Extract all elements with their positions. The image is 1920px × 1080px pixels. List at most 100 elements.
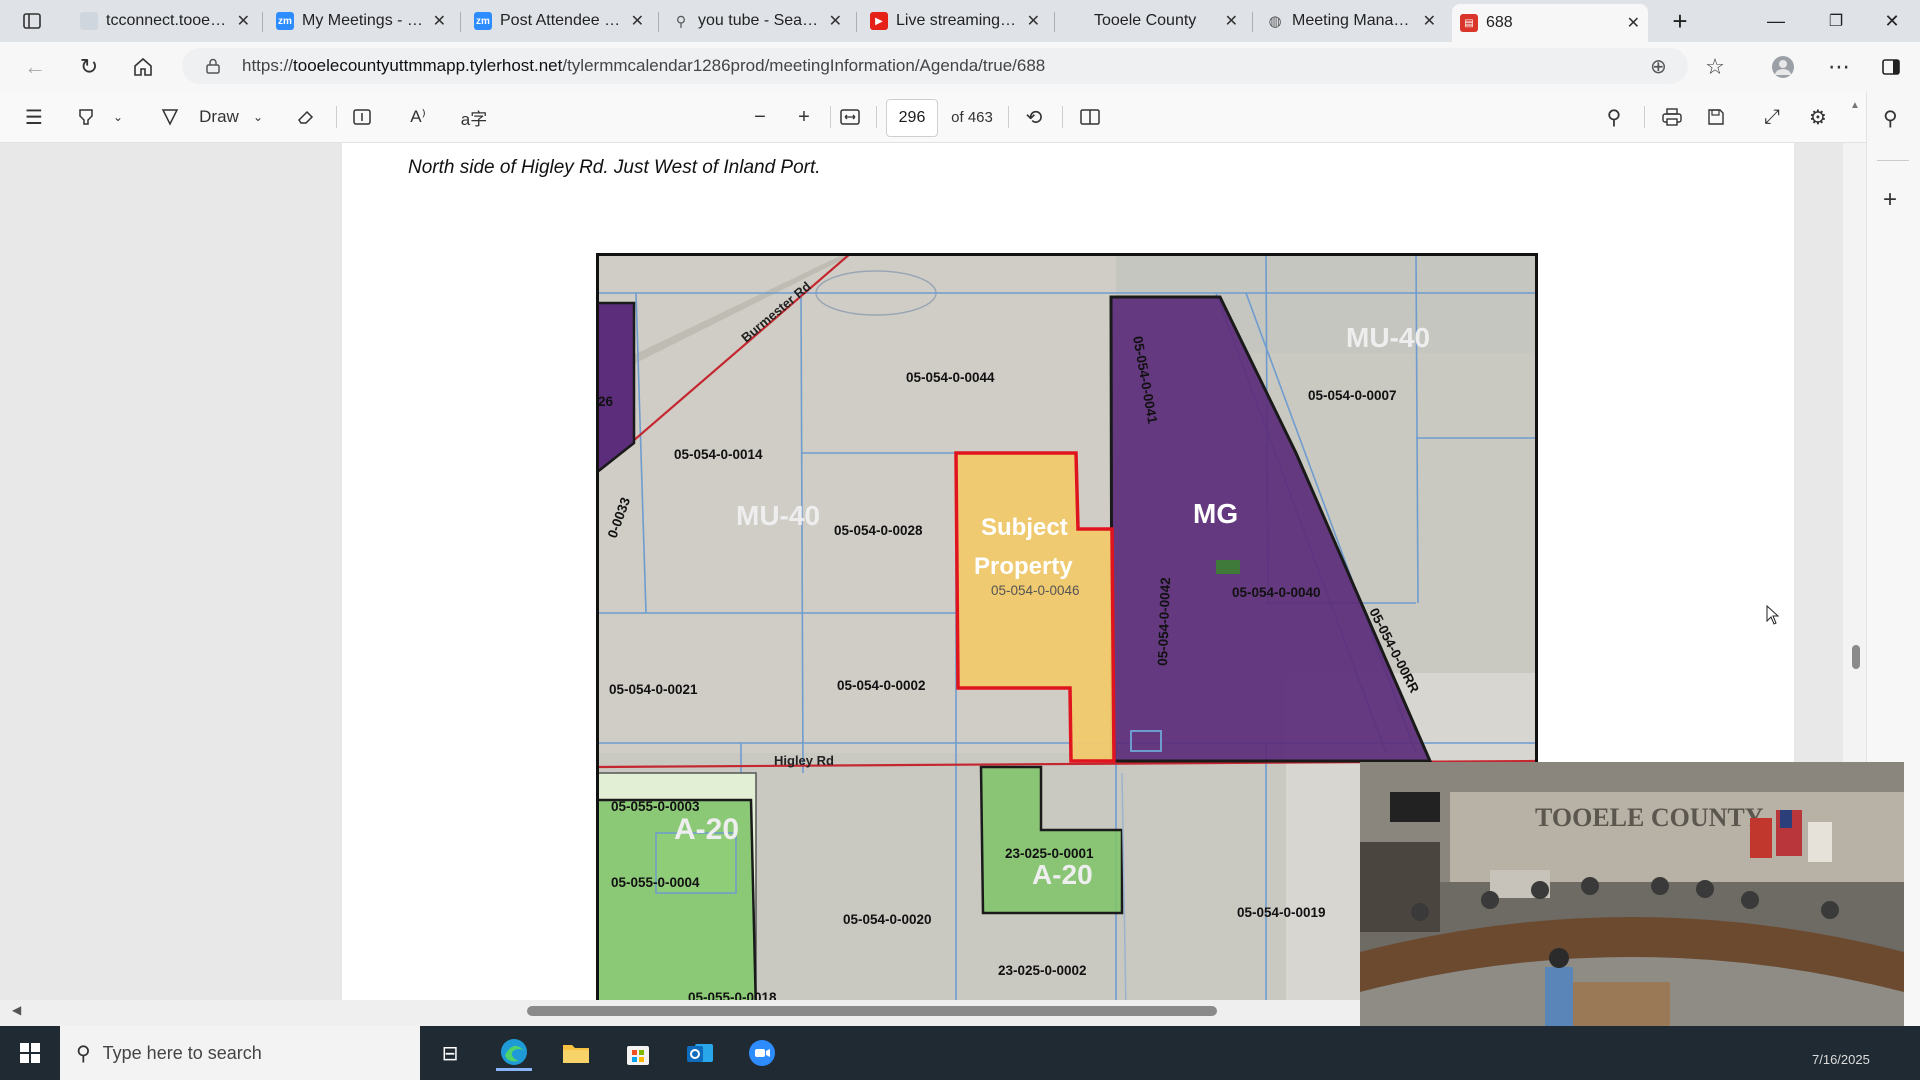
erase-button[interactable] bbox=[292, 104, 320, 130]
highlight-dropdown[interactable]: ⌄ bbox=[110, 104, 126, 130]
expand-icon: ⤢ bbox=[1764, 105, 1780, 128]
fit-page-button[interactable] bbox=[836, 104, 864, 130]
taskbar-search-input[interactable]: ⚲ Type here to search bbox=[60, 1026, 420, 1080]
translate-button[interactable]: a字 bbox=[458, 104, 490, 130]
zone-label-mu40-west: MU-40 bbox=[736, 500, 820, 531]
minimize-button[interactable]: — bbox=[1756, 4, 1796, 38]
taskbar-store[interactable] bbox=[620, 1035, 656, 1071]
profile-button[interactable] bbox=[1768, 52, 1798, 82]
tab-title: you tube - Search bbox=[698, 12, 821, 29]
plus-icon[interactable]: + bbox=[1883, 186, 1897, 214]
chevron-down-icon: ⌄ bbox=[252, 110, 264, 124]
taskbar-date: 7/16/2025 bbox=[1812, 1052, 1870, 1067]
gear-icon: ⚙ bbox=[1809, 106, 1827, 129]
tab-title: Post Attendee - Zo bbox=[500, 12, 623, 29]
start-button[interactable] bbox=[12, 1035, 48, 1071]
taskbar-zoom[interactable] bbox=[744, 1035, 780, 1071]
search-icon[interactable]: ⚲ bbox=[1883, 106, 1898, 131]
settings-menu-button[interactable]: ⋯ bbox=[1824, 52, 1854, 82]
close-icon[interactable]: ✕ bbox=[1225, 11, 1238, 31]
close-icon[interactable]: ✕ bbox=[237, 11, 250, 31]
tab-title: Tooele County bbox=[1094, 12, 1197, 29]
horizontal-scroll-thumb[interactable] bbox=[527, 1006, 1217, 1016]
close-icon[interactable]: ✕ bbox=[631, 11, 644, 31]
highlighter-icon bbox=[79, 109, 93, 125]
parcel-label: 05-054-0-0046 bbox=[991, 583, 1080, 598]
scroll-up-icon[interactable]: ▲ bbox=[1850, 100, 1860, 111]
read-aloud-icon: A⁾ bbox=[410, 107, 426, 126]
page-caption: North side of Higley Rd. Just West of In… bbox=[408, 157, 821, 178]
tab-post-attendee[interactable]: zm Post Attendee - Zo ✕ bbox=[466, 4, 652, 38]
new-tab-button[interactable]: + bbox=[1660, 4, 1700, 38]
rotate-icon: ⟲ bbox=[1025, 106, 1043, 129]
tab-title: Live streaming - Y bbox=[896, 12, 1019, 29]
pdf-icon: ▤ bbox=[1460, 14, 1478, 32]
tab-meeting-manager[interactable]: ◍ Meeting Manager ✕ bbox=[1258, 4, 1444, 38]
read-aloud-button[interactable]: A⁾ bbox=[404, 104, 432, 130]
close-icon[interactable]: ✕ bbox=[433, 11, 446, 31]
close-icon[interactable]: ✕ bbox=[1627, 13, 1640, 33]
tab-tooele-county[interactable]: Tooele County ✕ bbox=[1060, 4, 1246, 38]
url-field[interactable]: https://tooelecountyuttmmapp.tylerhost.n… bbox=[182, 48, 1688, 84]
favorite-button[interactable]: ☆ bbox=[1700, 52, 1730, 82]
tab-tcconnect[interactable]: tcconnect.tooeleco ✕ bbox=[72, 4, 258, 38]
plus-icon: + bbox=[798, 105, 810, 128]
taskbar-edge[interactable] bbox=[496, 1035, 532, 1071]
zone-label-mg: MG bbox=[1193, 498, 1238, 529]
close-icon[interactable]: ✕ bbox=[829, 11, 842, 31]
pdf-settings-button[interactable]: ⚙ bbox=[1804, 104, 1832, 130]
star-icon: ☆ bbox=[1705, 54, 1725, 79]
save-button[interactable] bbox=[1702, 104, 1730, 130]
print-icon bbox=[1662, 108, 1682, 126]
rotate-button[interactable]: ⟲ bbox=[1020, 104, 1048, 130]
page-number-input[interactable]: 296 bbox=[886, 99, 938, 137]
taskbar-outlook[interactable] bbox=[682, 1035, 718, 1071]
back-button[interactable]: ← bbox=[20, 52, 50, 82]
draw-dropdown[interactable]: ⌄ bbox=[250, 104, 266, 130]
zoom-out-button[interactable]: − bbox=[746, 104, 774, 130]
fit-width-icon bbox=[840, 109, 860, 125]
tab-live-streaming[interactable]: ▶ Live streaming - Y ✕ bbox=[862, 4, 1048, 38]
parcel-label: 05-054-0-0028 bbox=[834, 523, 923, 538]
tab-my-meetings[interactable]: zm My Meetings - Zo ✕ bbox=[268, 4, 454, 38]
refresh-button[interactable]: ↻ bbox=[74, 52, 104, 82]
window-close-button[interactable]: ✕ bbox=[1872, 4, 1912, 38]
parcel-label: 23-025-0-0002 bbox=[998, 963, 1087, 978]
zoom-icon[interactable]: ⊕ bbox=[1650, 54, 1667, 79]
home-icon bbox=[134, 57, 152, 76]
add-text-button[interactable] bbox=[348, 104, 376, 130]
zoom-in-button[interactable]: + bbox=[790, 104, 818, 130]
parcel-label: 26 bbox=[598, 394, 614, 409]
tab-actions-button[interactable] bbox=[14, 4, 56, 38]
zoom-icon: zm bbox=[276, 12, 294, 30]
find-button[interactable]: ⚲ bbox=[1600, 104, 1628, 130]
contents-button[interactable]: ☰ bbox=[20, 104, 48, 130]
print-button[interactable] bbox=[1658, 104, 1686, 130]
page-total-label: of 463 bbox=[951, 108, 993, 126]
taskbar-file-explorer[interactable] bbox=[558, 1035, 594, 1071]
tab-youtube-search[interactable]: ⚲ you tube - Search ✕ bbox=[664, 4, 850, 38]
meeting-video-feed: TOOELE COUNTY bbox=[1360, 762, 1904, 1056]
tab-title: My Meetings - Zo bbox=[302, 12, 425, 29]
close-icon[interactable]: ✕ bbox=[1423, 11, 1436, 31]
draw-tool-icon-button[interactable] bbox=[156, 104, 184, 130]
page-view-button[interactable] bbox=[1076, 104, 1104, 130]
fullscreen-button[interactable]: ⤢ bbox=[1758, 104, 1786, 130]
task-view-button[interactable]: ⊟ bbox=[432, 1035, 468, 1071]
sidebar-toggle-button[interactable] bbox=[1876, 52, 1906, 82]
restore-button[interactable]: ❐ bbox=[1816, 4, 1856, 38]
two-page-icon bbox=[1080, 109, 1100, 125]
parcel-label: 23-025-0-0001 bbox=[1005, 846, 1094, 861]
close-icon[interactable]: ✕ bbox=[1027, 11, 1040, 31]
highlight-button[interactable] bbox=[72, 104, 100, 130]
draw-button[interactable]: Draw bbox=[194, 104, 244, 130]
zoom-icon bbox=[749, 1040, 775, 1066]
tab-pdf-688[interactable]: ▤ 688 ✕ bbox=[1452, 4, 1648, 42]
edge-icon bbox=[501, 1038, 527, 1065]
scroll-left-icon[interactable]: ◀ bbox=[12, 1003, 21, 1017]
home-button[interactable] bbox=[128, 52, 158, 82]
vertical-scroll-thumb[interactable] bbox=[1852, 645, 1860, 669]
close-icon: ✕ bbox=[1884, 10, 1900, 31]
parcel-label: 05-054-0-0014 bbox=[674, 447, 763, 462]
avatar-icon bbox=[1772, 56, 1794, 78]
